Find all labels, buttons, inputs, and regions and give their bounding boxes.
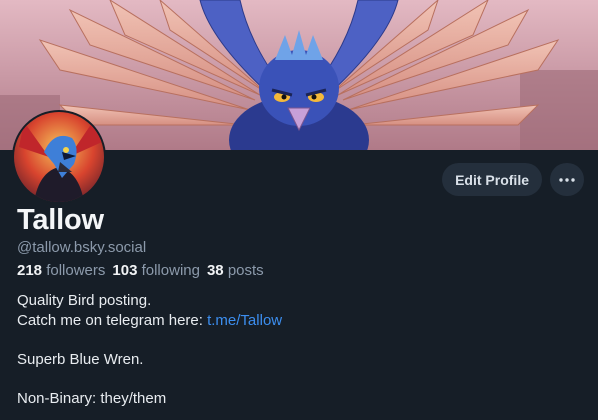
posts-label: posts bbox=[227, 262, 264, 279]
bio-spacer bbox=[17, 370, 282, 389]
profile-bio: Quality Bird posting. Catch me on telegr… bbox=[17, 291, 282, 409]
profile-actions: Edit Profile bbox=[442, 163, 584, 196]
handle: @tallow.bsky.social bbox=[17, 239, 147, 256]
bio-line-2-prefix: Catch me on telegram here: bbox=[17, 312, 208, 329]
bio-line-4: Non-Binary: they/them bbox=[17, 390, 167, 407]
profile-stats: 218 followers 103 following 38 posts bbox=[17, 262, 264, 279]
followers-count: 218 bbox=[17, 262, 43, 279]
telegram-link[interactable]: t.me/Tallow bbox=[207, 312, 282, 329]
avatar[interactable] bbox=[12, 110, 106, 204]
ellipsis-icon bbox=[559, 177, 575, 182]
profile-page: Edit Profile Tallow @tallow.bsky.social … bbox=[0, 0, 598, 420]
following-count: 103 bbox=[112, 262, 138, 279]
display-name: Tallow bbox=[17, 204, 104, 236]
bio-line-2: Catch me on telegram here: t.me/Tallow bbox=[17, 311, 282, 331]
edit-profile-button[interactable]: Edit Profile bbox=[442, 163, 542, 196]
bird-avatar-icon bbox=[14, 112, 104, 202]
following-stat[interactable]: 103 following bbox=[112, 262, 200, 279]
following-label: following bbox=[141, 262, 200, 279]
posts-count: 38 bbox=[206, 262, 224, 279]
bio-spacer bbox=[17, 331, 282, 350]
posts-stat: 38 posts bbox=[207, 262, 264, 279]
more-options-button[interactable] bbox=[550, 163, 584, 196]
followers-label: followers bbox=[46, 262, 106, 279]
bio-line-3: Superb Blue Wren. bbox=[17, 351, 144, 368]
followers-stat[interactable]: 218 followers bbox=[17, 262, 105, 279]
bio-line-1: Quality Bird posting. bbox=[17, 292, 152, 309]
